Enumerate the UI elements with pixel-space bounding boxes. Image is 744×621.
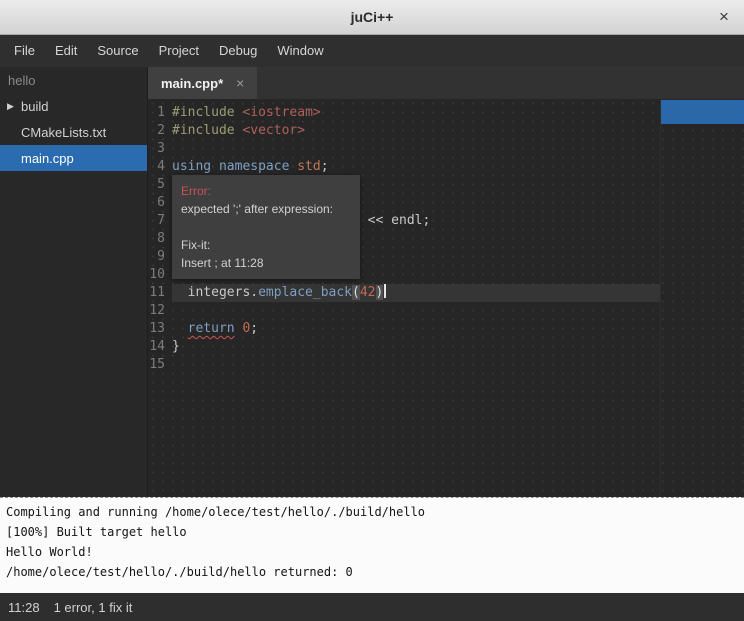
menu-item-project[interactable]: Project <box>149 35 209 67</box>
code-line: 15 <box>148 356 660 374</box>
tab-main-cpp-[interactable]: main.cpp* × <box>148 67 257 99</box>
code-text: integers.emplace_back(42) <box>172 284 660 302</box>
window-title: juCi++ <box>0 0 744 34</box>
line-number: 3 <box>148 140 172 158</box>
line-number: 14 <box>148 338 172 356</box>
menu-item-window[interactable]: Window <box>267 35 333 67</box>
code-token: #include <box>172 123 242 138</box>
output-line: /home/olece/test/hello/./build/hello ret… <box>6 562 738 582</box>
tooltip-line: Fix-it: <box>181 236 351 254</box>
main-area: hello ▶build CMakeLists.txt main.cpp main.… <box>0 67 744 497</box>
editor-area: main.cpp*× 1#include <iostream>2#include… <box>148 67 744 497</box>
menu-item-source[interactable]: Source <box>87 35 148 67</box>
code-token: } <box>172 339 180 354</box>
code-token: std <box>297 159 320 174</box>
line-number: 2 <box>148 122 172 140</box>
code-token <box>172 321 188 336</box>
code-token: emplace_back <box>258 285 352 300</box>
code-editor[interactable]: 1#include <iostream>2#include <vector>34… <box>148 99 744 497</box>
app-window: juCi++ × FileEditSourceProjectDebugWindo… <box>0 0 744 621</box>
text-cursor <box>384 284 386 298</box>
code-line: 4using namespace std; <box>148 158 660 176</box>
tab-label: main.cpp* <box>161 76 223 91</box>
menu-item-file[interactable]: File <box>4 35 45 67</box>
code-line: 13 return 0; <box>148 320 660 338</box>
code-text <box>172 140 660 158</box>
sidebar-item-build[interactable]: ▶build <box>0 93 147 119</box>
menu-item-debug[interactable]: Debug <box>209 35 267 67</box>
window-close-icon[interactable]: × <box>713 0 735 35</box>
code-line: 11 integers.emplace_back(42) <box>148 284 660 302</box>
code-text: #include <vector> <box>172 122 660 140</box>
titlebar: juCi++ × <box>0 0 744 35</box>
diagnostics-summary: 1 error, 1 fix it <box>54 600 133 615</box>
code-token: << endl; <box>360 213 430 228</box>
code-token: 42 <box>360 285 376 300</box>
tab-close-icon[interactable]: × <box>236 75 244 91</box>
line-number: 7 <box>148 212 172 230</box>
tabbar: main.cpp* × <box>148 67 744 99</box>
output-terminal-panel[interactable]: Compiling and running /home/olece/test/h… <box>0 497 744 593</box>
code-text: using namespace std; <box>172 158 660 176</box>
code-token: ( <box>352 285 360 300</box>
code-token: #include <box>172 105 242 120</box>
output-line: Compiling and running /home/olece/test/h… <box>6 502 738 522</box>
statusbar: 11:28 1 error, 1 fix it <box>0 593 744 621</box>
code-text: #include <iostream> <box>172 104 660 122</box>
line-number: 6 <box>148 194 172 212</box>
project-name: hello <box>0 67 147 93</box>
tree-item-label: CMakeLists.txt <box>21 125 106 140</box>
tooltip-line: Insert ; at 11:28 <box>181 254 351 272</box>
code-token: using namespace <box>172 159 289 174</box>
code-line: 3 <box>148 140 660 158</box>
diagnostic-tooltip: Error:expected ';' after expression: Fix… <box>172 175 360 279</box>
output-line: [100%] Built target hello <box>6 522 738 542</box>
code-token: return <box>188 321 235 336</box>
line-number: 1 <box>148 104 172 122</box>
code-token: ; <box>250 321 258 336</box>
line-number: 9 <box>148 248 172 266</box>
code-line: 1#include <iostream> <box>148 104 660 122</box>
code-text: return 0; <box>172 320 660 338</box>
code-text: } <box>172 338 660 356</box>
sidebar-item-main-cpp[interactable]: main.cpp <box>0 145 147 171</box>
line-number: 12 <box>148 302 172 320</box>
code-text <box>172 302 660 320</box>
line-number: 4 <box>148 158 172 176</box>
tooltip-line <box>181 218 351 236</box>
line-number: 8 <box>148 230 172 248</box>
line-number: 11 <box>148 284 172 302</box>
code-line: 14} <box>148 338 660 356</box>
tree-item-label: build <box>21 99 48 114</box>
line-number: 13 <box>148 320 172 338</box>
code-token: integers. <box>172 285 258 300</box>
tooltip-error-label: Error: <box>181 182 351 200</box>
sidebar-item-cmakelists-txt[interactable]: CMakeLists.txt <box>0 119 147 145</box>
minimap-viewport-slider[interactable] <box>661 100 744 124</box>
code-token: <iostream> <box>242 105 320 120</box>
line-number: 5 <box>148 176 172 194</box>
code-text <box>172 356 660 374</box>
output-line: Hello World! <box>6 542 738 562</box>
menubar: FileEditSourceProjectDebugWindow <box>0 35 744 67</box>
code-token: ; <box>321 159 329 174</box>
minimap[interactable] <box>660 99 744 497</box>
tooltip-line: expected ';' after expression: <box>181 200 351 218</box>
file-tree: ▶build CMakeLists.txt main.cpp <box>0 93 147 171</box>
tree-item-label: main.cpp <box>21 151 74 166</box>
code-line: 2#include <vector> <box>148 122 660 140</box>
expander-icon[interactable]: ▶ <box>7 101 21 112</box>
file-tree-sidebar: hello ▶build CMakeLists.txt main.cpp <box>0 67 148 497</box>
cursor-position: 11:28 <box>8 600 40 615</box>
code-token: ) <box>376 285 384 300</box>
menu-item-edit[interactable]: Edit <box>45 35 87 67</box>
code-token: <vector> <box>242 123 305 138</box>
line-number: 10 <box>148 266 172 284</box>
line-number: 15 <box>148 356 172 374</box>
code-line: 12 <box>148 302 660 320</box>
